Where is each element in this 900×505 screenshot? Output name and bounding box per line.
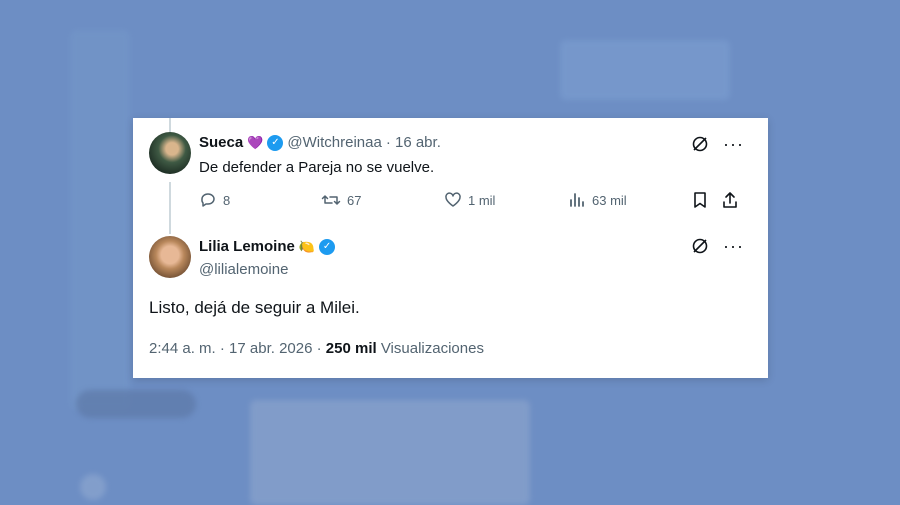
reply-text: De defender a Pareja no se vuelve.: [199, 159, 435, 176]
background-button: [76, 390, 196, 418]
more-icon[interactable]: ···: [723, 237, 744, 255]
main-header: Lilia Lemoine 🍋 ✓: [199, 238, 336, 255]
background-image: [250, 400, 530, 505]
main-author-name[interactable]: Lilia Lemoine: [199, 238, 295, 255]
lemon-emoji: 🍋: [298, 238, 316, 254]
repost-count: 67: [347, 192, 362, 208]
main-avatar[interactable]: [149, 236, 191, 278]
reply-button[interactable]: 8: [199, 191, 230, 209]
reply-date[interactable]: · 16 abr.: [386, 134, 441, 151]
views-button[interactable]: 63 mil: [568, 191, 627, 209]
reply-top-icons: ···: [691, 135, 744, 153]
tweet-views-count: 250 mil: [325, 340, 377, 357]
grok-icon[interactable]: [691, 135, 709, 153]
thread-line-top: [169, 118, 171, 132]
tweet-card: Sueca 💜 ✓ @Witchreinaa · 16 abr. De defe…: [133, 118, 768, 378]
tweet-views-label: Visualizaciones: [380, 340, 484, 357]
reply-icon: [201, 193, 215, 207]
bookmark-icon: [694, 192, 706, 208]
like-count: 1 mil: [468, 192, 496, 208]
reply-author-handle[interactable]: @Witchreinaa: [287, 134, 381, 151]
purple-heart-emoji: 💜: [247, 134, 264, 150]
thread-line-connector: [169, 182, 171, 234]
repost-icon: [321, 195, 341, 205]
views-icon: [570, 193, 584, 207]
repost-button[interactable]: 67: [321, 191, 361, 209]
reply-actions-bar: 8 67 1 mil 63 mil: [199, 191, 744, 213]
reply-avatar[interactable]: [149, 132, 191, 174]
main-author-handle[interactable]: @lilialemoine: [199, 261, 288, 278]
verified-badge-icon: ✓: [267, 134, 284, 151]
main-tweet-text: Listo, dejá de seguir a Milei.: [149, 298, 360, 317]
share-button[interactable]: [721, 191, 739, 209]
grok-icon[interactable]: [691, 237, 709, 255]
views-count: 63 mil: [592, 192, 627, 208]
tweet-timestamp[interactable]: 2:44 a. m. · 17 abr. 2026 ·: [149, 340, 322, 357]
main-top-icons: ···: [691, 237, 744, 255]
tweet-meta: 2:44 a. m. · 17 abr. 2026 · 250 mil Visu…: [149, 340, 484, 357]
reply-author-name[interactable]: Sueca: [199, 134, 243, 151]
background-panel: [560, 40, 730, 100]
share-icon: [723, 192, 737, 208]
more-icon[interactable]: ···: [723, 135, 744, 153]
like-icon: [445, 192, 461, 207]
reply-count: 8: [223, 192, 231, 208]
like-button[interactable]: 1 mil: [444, 191, 495, 209]
background-sidebar: [70, 30, 130, 410]
bookmark-button[interactable]: [691, 191, 709, 209]
background-avatar: [80, 474, 106, 500]
verified-badge-icon: ✓: [319, 238, 336, 255]
reply-header: Sueca 💜 ✓ @Witchreinaa · 16 abr.: [199, 134, 441, 151]
